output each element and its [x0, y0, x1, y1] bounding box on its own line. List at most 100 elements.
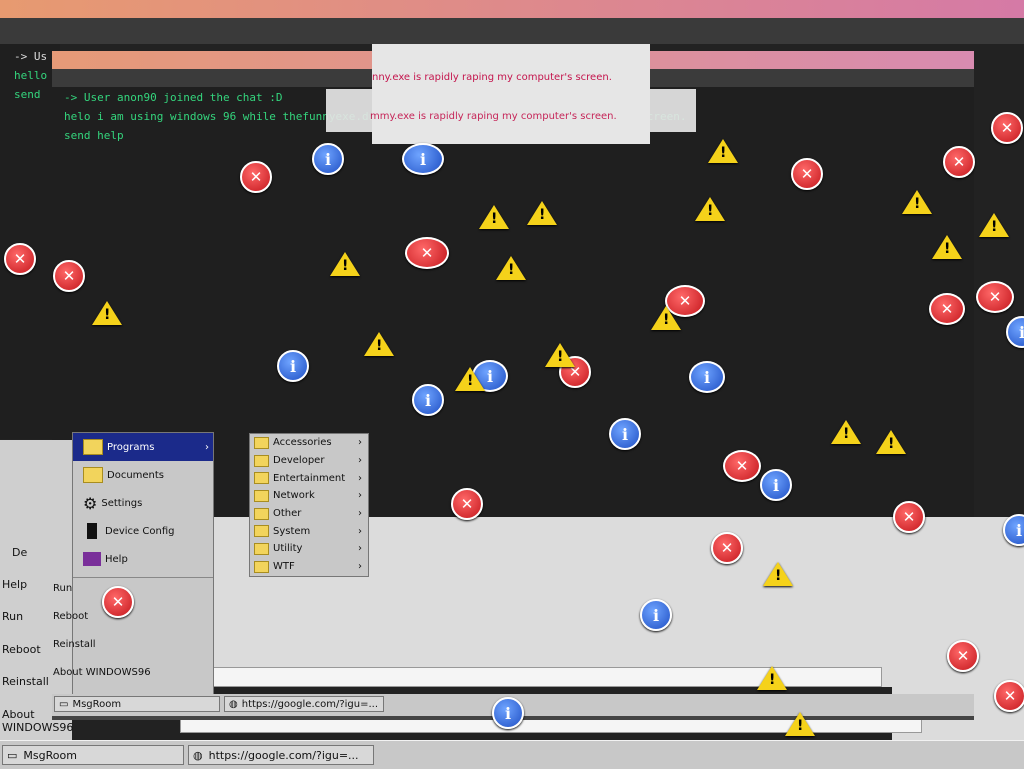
ghost-item[interactable]: Reinstall [2, 675, 49, 688]
warning-icon [695, 197, 725, 221]
menu-item-run[interactable]: Run [53, 583, 72, 594]
taskbar-button-browser[interactable]: ◍ https://google.com/?igu=... [224, 696, 384, 712]
error-icon [102, 586, 134, 618]
menu-item-reboot[interactable]: Reboot [53, 611, 88, 622]
error-icon [723, 450, 761, 482]
globe-icon: ◍ [193, 748, 203, 762]
folder-icon [83, 467, 103, 483]
top-titlebar [0, 0, 1024, 18]
chevron-right-icon: › [358, 561, 362, 573]
chevron-right-icon: › [205, 441, 209, 453]
info-icon [760, 469, 792, 501]
warning-icon [979, 213, 1009, 237]
error-icon [240, 161, 272, 193]
info-icon [312, 143, 344, 175]
submenu-item[interactable]: System › [250, 522, 368, 540]
device-icon [87, 523, 97, 539]
folder-icon [254, 436, 269, 449]
info-icon [640, 599, 672, 631]
submenu-item[interactable]: Utility › [250, 540, 368, 558]
submenu-item[interactable]: Other › [250, 505, 368, 523]
ghost-item[interactable]: De [12, 546, 27, 559]
info-icon [492, 697, 524, 729]
error-icon [711, 532, 743, 564]
error-icon [994, 680, 1024, 712]
folder-icon [254, 489, 269, 502]
error-icon [991, 112, 1023, 144]
chevron-right-icon: › [358, 543, 362, 555]
menu-item-reinstall[interactable]: Reinstall [53, 639, 96, 650]
ghost-item[interactable]: Run [2, 610, 23, 623]
error-icon [451, 488, 483, 520]
error-icon [405, 237, 449, 269]
menu-item-device-config[interactable]: Device Config [73, 517, 213, 545]
taskbar-button-msgroom[interactable]: ▭ MsgRoom [2, 745, 184, 765]
menu-item-documents[interactable]: Documents [73, 461, 213, 489]
warning-icon [527, 201, 557, 225]
chat-icon: ▭ [59, 698, 69, 710]
taskbar-button-browser[interactable]: ◍ https://google.com/?igu=... [188, 745, 374, 765]
chevron-right-icon: › [358, 508, 362, 520]
folder-icon [254, 454, 269, 467]
menu-item-about[interactable]: About WINDOWS96 [53, 667, 151, 678]
warning-icon [651, 306, 681, 330]
warning-icon [330, 252, 360, 276]
chevron-right-icon: › [358, 455, 362, 467]
folder-icon [254, 507, 269, 520]
globe-icon: ◍ [229, 698, 238, 710]
info-icon [402, 143, 444, 175]
chat-window-back: -> Us hello send [0, 44, 60, 439]
taskbar-button-msgroom[interactable]: ▭ MsgRoom [54, 696, 220, 712]
info-icon [689, 361, 725, 393]
folder-icon [254, 472, 269, 485]
error-dialog-glitch: mmy.exe is rapidly raping my computer's … [326, 89, 696, 132]
submenu-item[interactable]: Network › [250, 487, 368, 505]
error-icon [791, 158, 823, 190]
warning-icon [479, 205, 509, 229]
folder-icon [254, 525, 269, 538]
warning-icon [545, 343, 575, 367]
error-icon [4, 243, 36, 275]
menu-item-help[interactable]: Help [73, 545, 213, 573]
submenu-item[interactable]: Developer › [250, 452, 368, 470]
error-icon [947, 640, 979, 672]
warning-icon [455, 367, 485, 391]
submenu-item[interactable]: Accessories › [250, 434, 368, 452]
dialog-message: mmy.exe is rapidly raping my computer's … [370, 111, 617, 122]
submenu-item[interactable]: WTF › [250, 558, 368, 576]
submenu-item[interactable]: Entertainment › [250, 469, 368, 487]
warning-icon [92, 301, 122, 325]
ghost-item[interactable]: Reboot [2, 643, 41, 656]
error-icon [53, 260, 85, 292]
error-icon [893, 501, 925, 533]
menu-item-programs[interactable]: Programs › [73, 433, 213, 461]
programs-submenu: Accessories › Developer › Entertainment › N… [249, 433, 369, 577]
dialog-message: nny.exe is rapidly raping my computer's … [372, 72, 612, 83]
folder-icon [254, 542, 269, 555]
chat-icon: ▭ [7, 748, 18, 762]
warning-icon [708, 139, 738, 163]
top-band [0, 18, 1024, 44]
warning-icon [757, 666, 787, 690]
taskbar: ▭ MsgRoom ◍ https://google.com/?igu=... [0, 740, 1024, 769]
ghost-item[interactable]: Help [2, 578, 27, 591]
chevron-right-icon: › [358, 525, 362, 537]
warning-icon [831, 420, 861, 444]
warning-icon [902, 190, 932, 214]
info-icon [1006, 316, 1024, 348]
warning-icon [785, 712, 815, 736]
menu-item-settings[interactable]: ⚙ Settings [73, 489, 213, 517]
book-icon [83, 552, 101, 566]
gear-icon: ⚙ [83, 493, 98, 513]
chevron-right-icon: › [358, 437, 362, 449]
info-icon [277, 350, 309, 382]
info-icon [412, 384, 444, 416]
chevron-right-icon: › [358, 472, 362, 484]
warning-icon [763, 562, 793, 586]
error-icon [943, 146, 975, 178]
warning-icon [364, 332, 394, 356]
folder-icon [254, 560, 269, 573]
warning-icon [932, 235, 962, 259]
folder-icon [83, 439, 103, 455]
error-icon [976, 281, 1014, 313]
